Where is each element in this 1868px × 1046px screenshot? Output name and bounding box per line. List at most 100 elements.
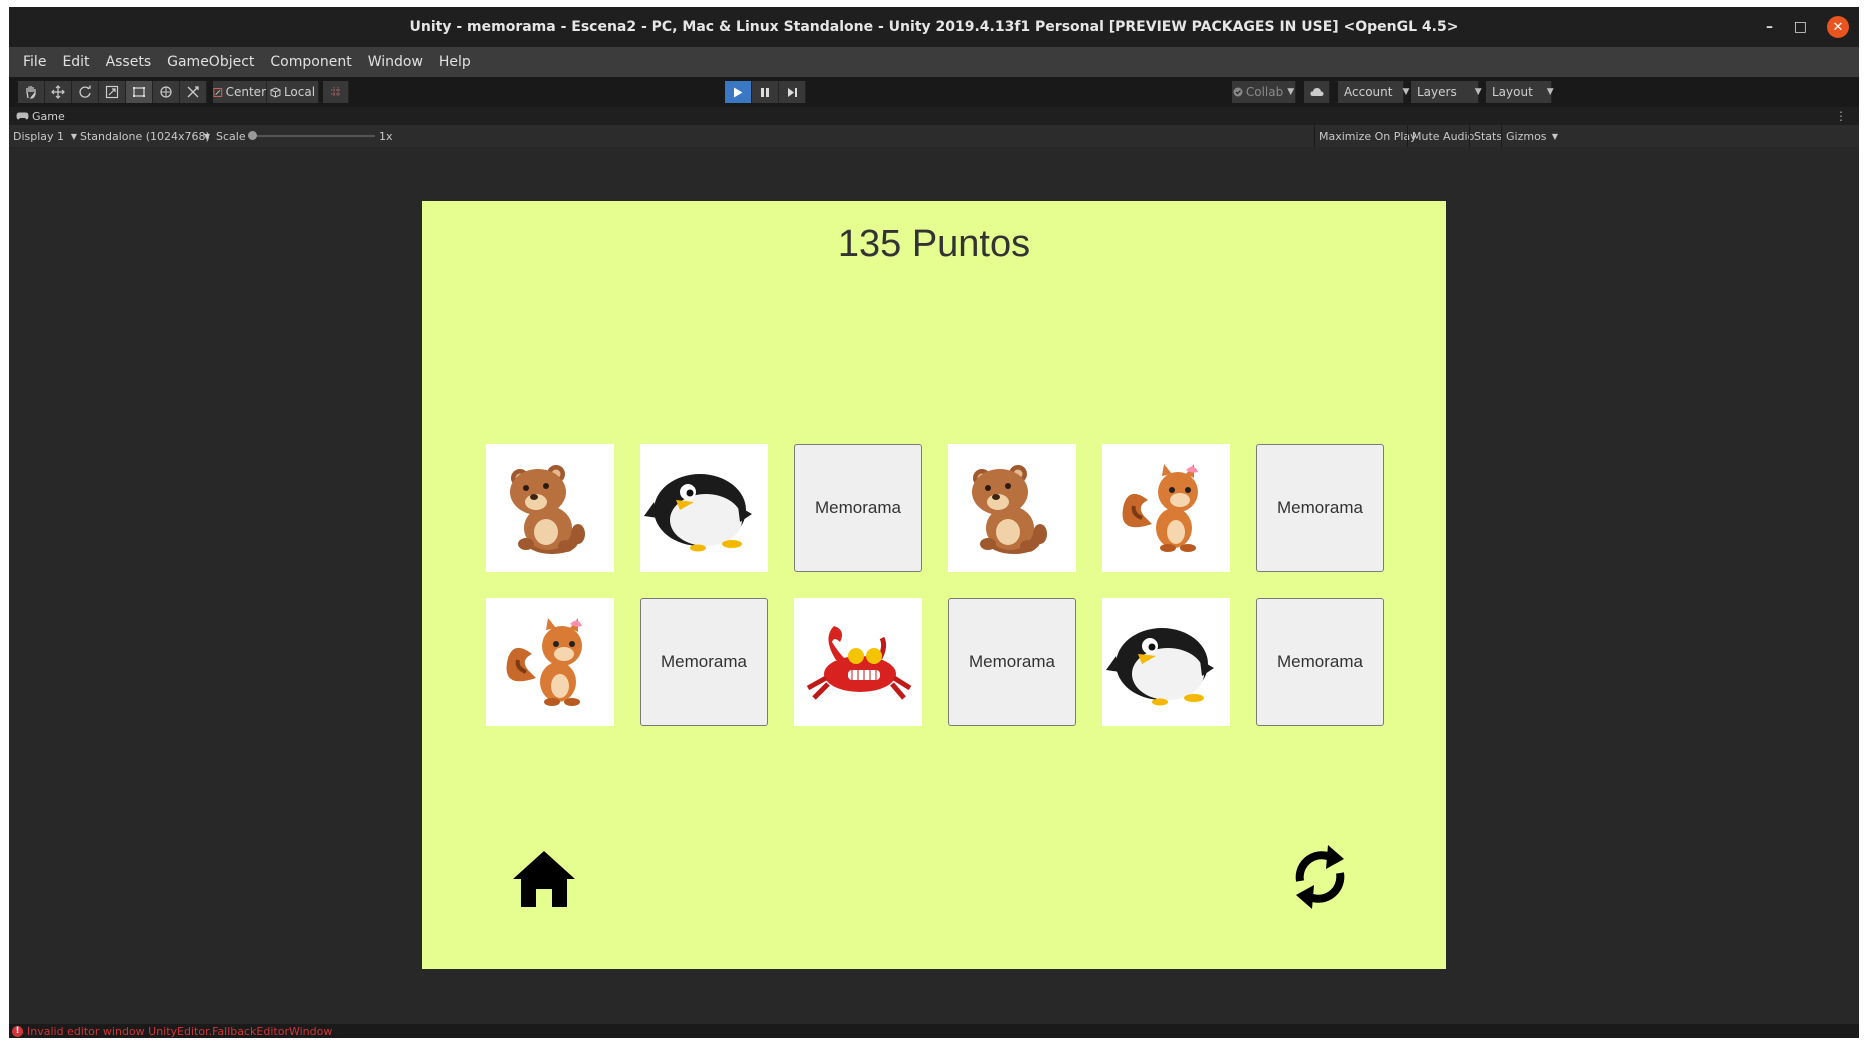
kebab-menu-icon[interactable]: ⋮	[1835, 109, 1847, 123]
card-back[interactable]: Memorama	[948, 598, 1076, 726]
refresh-button[interactable]	[1290, 841, 1350, 913]
scale-label: Scale	[216, 129, 246, 143]
score-label: 135 Puntos	[837, 223, 1031, 265]
pivot-icon	[213, 87, 223, 97]
layers-dropdown[interactable]: Layers ▼	[1411, 81, 1482, 103]
card-back[interactable]: Memorama	[1256, 444, 1384, 572]
penguin-icon	[1106, 628, 1214, 706]
resolution-label: Standalone (1024x768)	[80, 129, 210, 143]
title-bar: Unity - memorama - Escena2 - PC, Mac & L…	[9, 7, 1859, 47]
game-canvas: 135 Puntos Memorama Memorama Memorama Me…	[422, 201, 1446, 969]
maximize-on-play-toggle[interactable]: Maximize On Play	[1314, 125, 1417, 147]
move-tool-icon[interactable]	[45, 81, 72, 103]
cloud-button[interactable]	[1304, 81, 1330, 103]
stats-toggle[interactable]: Stats	[1469, 125, 1502, 147]
card-penguin[interactable]	[640, 444, 768, 572]
pivot-center-label: Center	[225, 85, 266, 99]
custom-tool-icon[interactable]	[180, 81, 207, 103]
pivot-local-label: Local	[283, 85, 316, 99]
squirrel-icon	[1122, 464, 1198, 552]
play-icon	[734, 87, 743, 97]
menu-window[interactable]: Window	[360, 54, 431, 70]
scale-value: 1x	[379, 129, 393, 143]
card-crab[interactable]	[794, 598, 922, 726]
account-dropdown[interactable]: Account ▼	[1338, 81, 1409, 103]
menu-edit[interactable]: Edit	[54, 54, 97, 70]
check-icon	[1233, 87, 1243, 97]
card-back[interactable]: Memorama	[640, 598, 768, 726]
window-title: Unity - memorama - Escena2 - PC, Mac & L…	[409, 19, 1459, 35]
pivot-controls: Center Local	[213, 81, 349, 103]
pivot-center-button[interactable]: Center	[213, 81, 267, 103]
step-button[interactable]	[779, 81, 806, 103]
resolution-dropdown[interactable]: Standalone (1024x768) ▼	[80, 125, 210, 147]
display-label: Display 1	[13, 129, 65, 143]
error-icon: !	[12, 1025, 23, 1037]
unity-editor-window: Unity - memorama - Escena2 - PC, Mac & L…	[9, 7, 1859, 1038]
layout-dropdown[interactable]: Layout ▼	[1486, 81, 1554, 103]
card-squirrel[interactable]	[1102, 444, 1230, 572]
card-penguin[interactable]	[1102, 598, 1230, 726]
home-icon	[513, 851, 575, 907]
menu-help[interactable]: Help	[431, 54, 479, 70]
game-view-bar: Display 1 ▼ Standalone (1024x768) ▼ Scal…	[9, 125, 1859, 147]
account-label: Account	[1344, 85, 1393, 99]
game-tab[interactable]: Game ⋮	[9, 107, 1859, 125]
play-controls	[725, 81, 806, 103]
refresh-icon	[1295, 845, 1345, 909]
rect-tool-icon[interactable]	[126, 81, 153, 103]
chevron-down-icon: ▼	[1402, 87, 1410, 97]
scale-tool-icon[interactable]	[99, 81, 126, 103]
chevron-down-icon: ▼	[70, 131, 77, 141]
menu-component[interactable]: Component	[262, 54, 359, 70]
cube-icon	[270, 86, 281, 98]
chevron-down-icon: ▼	[203, 131, 210, 141]
penguin-icon	[644, 474, 752, 552]
main-toolbar: Center Local Collab ▼ Account ▼ Layers ▼…	[9, 77, 1859, 107]
step-icon	[787, 87, 797, 97]
maximize-button[interactable]: □	[1794, 7, 1807, 47]
chevron-down-icon: ▼	[1474, 87, 1482, 97]
hand-tool-icon[interactable]	[18, 81, 45, 103]
play-button[interactable]	[725, 81, 752, 103]
menu-file[interactable]: File	[15, 54, 54, 70]
transform-tools	[18, 81, 207, 103]
home-button[interactable]	[512, 849, 576, 909]
squirrel-icon	[506, 618, 582, 706]
card-back[interactable]: Memorama	[1256, 598, 1384, 726]
bear-icon	[510, 465, 585, 554]
gizmos-dropdown[interactable]: Gizmos ▼	[1501, 125, 1558, 147]
layout-label: Layout	[1492, 85, 1533, 99]
card-bear[interactable]	[486, 444, 614, 572]
chevron-down-icon: ▼	[1546, 87, 1554, 97]
status-message: Invalid editor window UnityEditor.Fallba…	[27, 1024, 333, 1038]
close-button[interactable]: ✕	[1827, 16, 1849, 38]
pause-icon	[761, 87, 769, 97]
card-bear[interactable]	[948, 444, 1076, 572]
card-squirrel[interactable]	[486, 598, 614, 726]
layers-label: Layers	[1417, 85, 1457, 99]
collab-group: Collab ▼ Account ▼ Layers ▼ Layout ▼	[1232, 81, 1554, 103]
mute-audio-toggle[interactable]: Mute Audio	[1407, 125, 1474, 147]
chevron-down-icon: ▼	[1287, 87, 1295, 97]
chevron-down-icon: ▼	[1551, 131, 1558, 141]
menu-gameobject[interactable]: GameObject	[159, 54, 262, 70]
menu-assets[interactable]: Assets	[98, 54, 160, 70]
display-dropdown[interactable]: Display 1 ▼	[13, 125, 77, 147]
game-view: 135 Puntos Memorama Memorama Memorama Me…	[9, 147, 1859, 1024]
grid-snap-icon[interactable]	[323, 81, 349, 103]
card-back[interactable]: Memorama	[794, 444, 922, 572]
collab-label: Collab	[1245, 85, 1284, 99]
pause-button[interactable]	[752, 81, 779, 103]
transform-tool-icon[interactable]	[153, 81, 180, 103]
minimize-button[interactable]: –	[1766, 7, 1773, 47]
collab-button[interactable]: Collab ▼	[1232, 81, 1296, 103]
menu-bar: File Edit Assets GameObject Component Wi…	[9, 47, 1859, 77]
pivot-local-button[interactable]: Local	[267, 81, 319, 103]
scale-slider[interactable]	[248, 125, 378, 147]
rotate-tool-icon[interactable]	[72, 81, 99, 103]
bear-icon	[972, 465, 1047, 554]
cloud-icon	[1309, 88, 1323, 96]
gamepad-icon	[16, 112, 29, 120]
status-bar[interactable]: ! Invalid editor window UnityEditor.Fall…	[9, 1024, 1859, 1038]
